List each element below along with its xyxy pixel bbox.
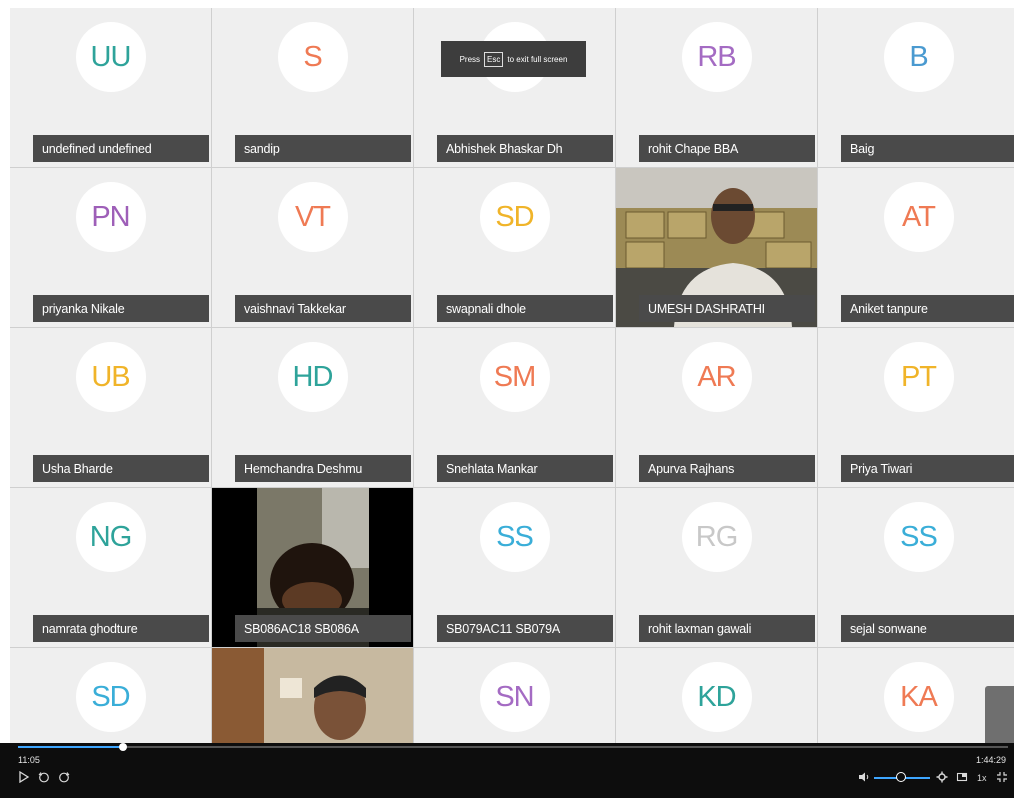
participant-avatar: SM [479, 342, 550, 412]
participant-name: SB086AC18 SB086A [235, 615, 411, 642]
participant-avatar: PT [883, 342, 954, 412]
participant-tile[interactable]: RB rohit Chape BBA [616, 8, 817, 167]
participant-tile[interactable]: UMESH DASHRATHI [616, 168, 817, 327]
participant-tile[interactable]: PN priyanka Nikale [10, 168, 211, 327]
participant-avatar: KD [681, 662, 752, 732]
participant-tile[interactable]: SS sejal sonwane [818, 488, 1014, 647]
participant-avatar: SS [479, 502, 550, 572]
participant-tile[interactable]: SM Snehlata Mankar [414, 328, 615, 487]
fullscreen-exit-icon[interactable] [996, 771, 1008, 786]
play-icon[interactable] [18, 770, 30, 786]
fullscreen-toast: Press Esc to exit full screen [441, 41, 586, 77]
participant-tile[interactable]: HD Hemchandra Deshmu [212, 328, 413, 487]
toast-suffix: to exit full screen [507, 54, 568, 64]
participant-tile[interactable]: UU undefined undefined [10, 8, 211, 167]
total-time: 1:44:29 [975, 755, 1006, 765]
playback-speed-button[interactable]: 1x [977, 771, 987, 785]
participant-name: vaishnavi Takkekar [235, 295, 411, 322]
settings-icon[interactable] [936, 771, 948, 786]
participant-name: namrata ghodture [33, 615, 209, 642]
side-panel-handle[interactable] [985, 686, 1014, 746]
participant-avatar: UB [75, 342, 146, 412]
participant-avatar: AT [883, 182, 954, 252]
participant-tile[interactable] [212, 648, 413, 746]
participant-name: rohit laxman gawali [639, 615, 815, 642]
participant-tile[interactable]: B Baig [818, 8, 1014, 167]
participant-name: sejal sonwane [841, 615, 1014, 642]
participant-tile[interactable]: SD [10, 648, 211, 746]
volume-slider-thumb[interactable] [896, 772, 906, 782]
seek-bar[interactable] [18, 743, 1008, 751]
participant-avatar: AR [681, 342, 752, 412]
participant-avatar: UU [75, 22, 146, 92]
participant-tile[interactable]: AR Apurva Rajhans [616, 328, 817, 487]
participant-tile[interactable]: SB086AC18 SB086A [212, 488, 413, 647]
participant-video [212, 648, 413, 746]
esc-key-badge: Esc [484, 51, 504, 67]
participant-name: Aniket tanpure [841, 295, 1014, 322]
participant-tile[interactable]: AT Aniket tanpure [818, 168, 1014, 327]
participant-name: sandip [235, 135, 411, 162]
participant-avatar: KA [883, 662, 954, 732]
current-time: 11:05 [18, 755, 40, 765]
participant-name: Baig [841, 135, 1014, 162]
participant-avatar: B [883, 22, 954, 92]
participant-avatar: VT [277, 182, 348, 252]
participant-tile[interactable]: VT vaishnavi Takkekar [212, 168, 413, 327]
participant-name: Abhishek Bhaskar Dh [437, 135, 613, 162]
participant-name: priyanka Nikale [33, 295, 209, 322]
participant-tile[interactable]: KD [616, 648, 817, 746]
participant-avatar: RB [681, 22, 752, 92]
volume-icon[interactable] [858, 771, 870, 786]
participant-name: swapnali dhole [437, 295, 613, 322]
participant-name: Hemchandra Deshmu [235, 455, 411, 482]
participant-name: Priya Tiwari [841, 455, 1014, 482]
toast-prefix: Press [459, 54, 481, 64]
participant-name: undefined undefined [33, 135, 209, 162]
player-control-bar: 11:05 1:44:29 1x [0, 743, 1014, 798]
forward-icon[interactable] [58, 771, 70, 786]
participant-avatar: PN [75, 182, 146, 252]
participant-name: SB079AC11 SB079A [437, 615, 613, 642]
seek-bar-fill [18, 746, 123, 748]
participant-name: Apurva Rajhans [639, 455, 815, 482]
participant-tile[interactable]: Ssandip [212, 8, 413, 167]
participant-avatar: SS [883, 502, 954, 572]
participant-avatar: SD [479, 182, 550, 252]
participant-name: Usha Bharde [33, 455, 209, 482]
participant-tile[interactable]: ADAbhishek Bhaskar Dh [414, 8, 615, 167]
participant-avatar: SD [75, 662, 146, 732]
participant-name: Snehlata Mankar [437, 455, 613, 482]
participant-avatar: SN [479, 662, 550, 732]
picture-in-picture-icon[interactable] [956, 771, 968, 786]
participant-tile[interactable]: SN [414, 648, 615, 746]
participant-tile[interactable]: SD swapnali dhole [414, 168, 615, 327]
participant-avatar: NG [75, 502, 146, 572]
rewind-icon[interactable] [38, 771, 50, 786]
seek-bar-thumb[interactable] [118, 743, 127, 751]
participant-tile[interactable]: NG namrata ghodture [10, 488, 211, 647]
participant-avatar: HD [277, 342, 348, 412]
participant-name: UMESH DASHRATHI [639, 295, 815, 322]
participant-name: rohit Chape BBA [639, 135, 815, 162]
participant-tile[interactable]: RG rohit laxman gawali [616, 488, 817, 647]
participant-tile[interactable]: SS SB079AC11 SB079A [414, 488, 615, 647]
participant-tile[interactable]: UB Usha Bharde [10, 328, 211, 487]
participant-grid: UUundefined undefinedSsandipADAbhishek B… [10, 8, 1014, 746]
participant-tile[interactable]: PT Priya Tiwari [818, 328, 1014, 487]
participant-avatar: S [277, 22, 348, 92]
participant-avatar: RG [681, 502, 752, 572]
